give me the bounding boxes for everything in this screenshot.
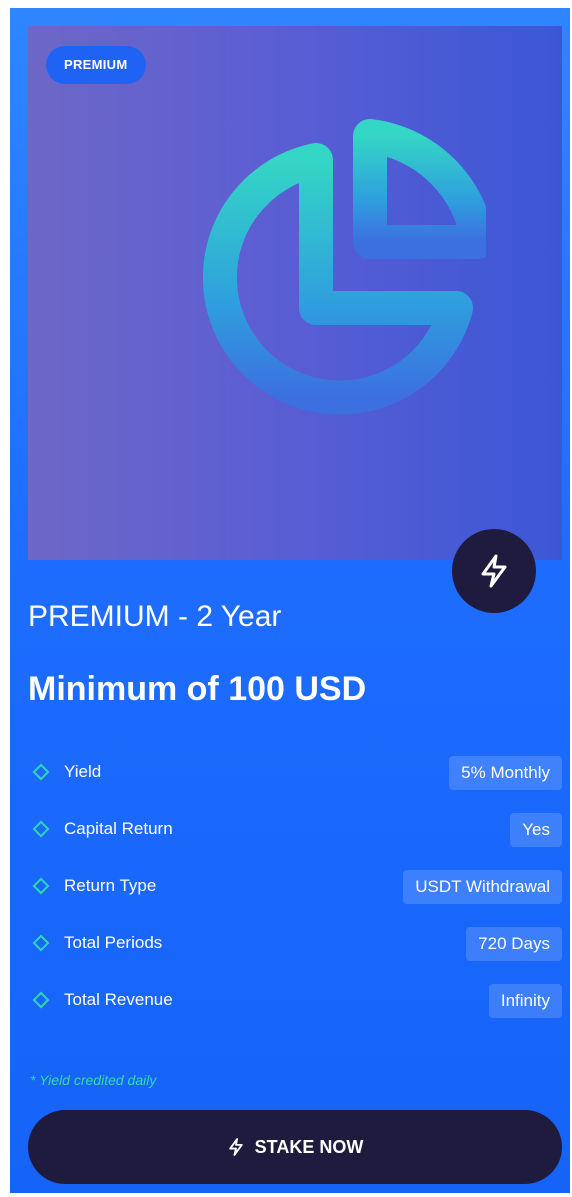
detail-value: 5% Monthly <box>449 756 562 790</box>
detail-value: USDT Withdrawal <box>403 870 562 904</box>
detail-value: Yes <box>510 813 562 847</box>
stake-now-label: STAKE NOW <box>254 1136 364 1157</box>
lightning-button[interactable] <box>452 529 536 613</box>
diamond-icon <box>32 877 50 895</box>
minimum-amount: Minimum of 100 USD <box>28 670 367 708</box>
detail-row-total-revenue: Total Revenue Infinity <box>28 984 562 1041</box>
lightning-icon <box>481 554 507 588</box>
plan-card: PREMIUM PREMIUM - 2 Year Minimum of 100 … <box>10 8 570 1193</box>
detail-value: Infinity <box>488 984 562 1018</box>
detail-value: 720 Days <box>466 927 562 961</box>
stake-now-button[interactable]: STAKE NOW <box>28 1110 562 1184</box>
detail-row-yield: Yield 5% Monthly <box>28 756 562 813</box>
plan-hero-image: PREMIUM <box>28 26 562 560</box>
detail-row-return-type: Return Type USDT Withdrawal <box>28 870 562 927</box>
premium-badge: PREMIUM <box>46 46 146 84</box>
detail-label: Capital Return <box>64 819 173 838</box>
diamond-icon <box>32 934 50 952</box>
lightning-icon <box>228 1138 243 1156</box>
yield-footnote: * Yield credited daily <box>30 1072 157 1088</box>
detail-label: Total Revenue <box>64 990 173 1009</box>
detail-row-total-periods: Total Periods 720 Days <box>28 927 562 984</box>
plan-title: PREMIUM - 2 Year <box>28 600 282 633</box>
diamond-icon <box>32 991 50 1009</box>
detail-label: Return Type <box>64 876 157 895</box>
plan-details: Yield 5% Monthly Capital Return Yes Retu… <box>28 756 562 1041</box>
detail-label: Yield <box>64 762 102 781</box>
pie-chart-icon <box>202 119 486 415</box>
diamond-icon <box>32 763 50 781</box>
diamond-icon <box>32 820 50 838</box>
detail-row-capital-return: Capital Return Yes <box>28 813 562 870</box>
detail-label: Total Periods <box>64 933 163 952</box>
